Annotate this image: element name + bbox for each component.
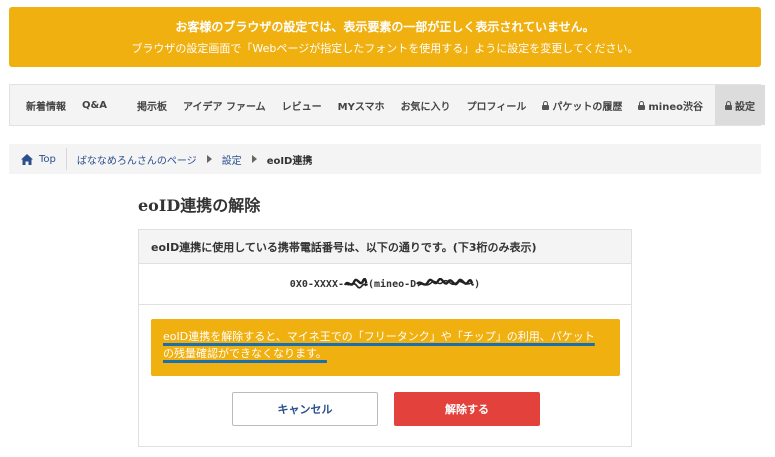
nav-item-label: プロフィール (466, 101, 527, 113)
nav-item-my-smartphone[interactable]: MYスマホ (330, 85, 393, 125)
nav-item-label: MYスマホ (337, 101, 385, 113)
home-icon (21, 153, 33, 165)
unlink-panel: eoID連携に使用している携帯電話番号は、以下の通りです。(下3桁のみ表示) 0… (138, 229, 632, 447)
warning-line-1: eoID連携を解除すると、マイネ王での「フリータンク」や「チップ」の利用、パケッ… (163, 330, 595, 343)
chevron-right-icon (251, 155, 257, 163)
nav-item-label: お気に入り (400, 101, 451, 113)
nav-item-profile[interactable]: プロフィール (459, 85, 535, 125)
breadcrumb: Top ばななめろんさんのページ 設定 eoID連携 (9, 144, 761, 174)
lock-icon (725, 100, 732, 110)
phone-suffix: ) (474, 278, 481, 290)
lock-icon (542, 100, 550, 110)
breadcrumb-divider (65, 148, 67, 170)
nav-item-favorites[interactable]: お気に入り (393, 85, 459, 125)
nav-item-label: Q&A (82, 99, 107, 111)
main-nav: 新着情報 Q&A 掲示板 アイデア ファーム レビュー MYスマホ お気に入り … (9, 84, 765, 126)
breadcrumb-top-link[interactable]: Top (39, 154, 56, 165)
breadcrumb-settings-link[interactable]: 設定 (222, 152, 242, 167)
breadcrumb-user-page-link[interactable]: ばななめろんさんのページ (77, 152, 197, 167)
nav-item-label: 新着情報 (26, 101, 66, 113)
nav-item-label: 設定 (735, 101, 755, 113)
banner-line-2: ブラウザの設定画面で「Webページが指定したフォントを使用する」ように設定を変更… (131, 42, 639, 55)
phone-prefix: 0X0-XXXX- (289, 278, 344, 290)
nav-item-label: mineo渋谷 (648, 101, 703, 113)
cancel-button[interactable]: キャンセル (232, 392, 378, 426)
redaction-scribble (416, 278, 475, 287)
redaction-scribble (343, 278, 368, 289)
warning-line-2: の残量確認ができなくなります。 (163, 347, 327, 360)
panel-header: eoID連携に使用している携帯電話番号は、以下の通りです。(下3桁のみ表示) (139, 230, 631, 264)
banner-line-1: お客様のブラウザの設定では、表示要素の一部が正しく表示されていません。 (175, 20, 595, 34)
nav-item-news[interactable]: 新着情報 (18, 85, 74, 125)
breadcrumb-current: eoID連携 (266, 155, 313, 167)
unlink-warning: eoID連携を解除すると、マイネ王での「フリータンク」や「チップ」の利用、パケッ… (151, 319, 620, 376)
nav-item-label: レビュー (281, 101, 322, 113)
nav-item-qa[interactable]: Q&A (74, 85, 115, 125)
nav-item-idea-farm[interactable]: アイデア ファーム (175, 85, 274, 125)
nav-item-review[interactable]: レビュー (274, 85, 330, 125)
chevron-right-icon (206, 155, 212, 163)
nav-item-label: 掲示板 (136, 101, 167, 113)
page-title: eoID連携の解除 (138, 196, 261, 215)
phone-carrier-prefix: (mineo-D (367, 278, 417, 290)
nav-item-label: アイデア ファーム (182, 101, 266, 113)
lock-icon (638, 100, 646, 110)
nav-item-settings[interactable]: 設定 (715, 85, 765, 125)
nav-item-packet-history[interactable]: パケットの履歴 (534, 85, 630, 125)
unlink-button[interactable]: 解除する (394, 392, 540, 426)
font-warning-banner: お客様のブラウザの設定では、表示要素の一部が正しく表示されていません。 ブラウザ… (9, 7, 761, 67)
phone-number-row: 0X0-XXXX- (mineo-D ) (139, 264, 631, 305)
nav-item-mineo-shibuya[interactable]: mineo渋谷 (630, 85, 711, 125)
nav-item-board[interactable]: 掲示板 (115, 85, 175, 125)
nav-item-label: パケットの履歴 (552, 101, 623, 113)
